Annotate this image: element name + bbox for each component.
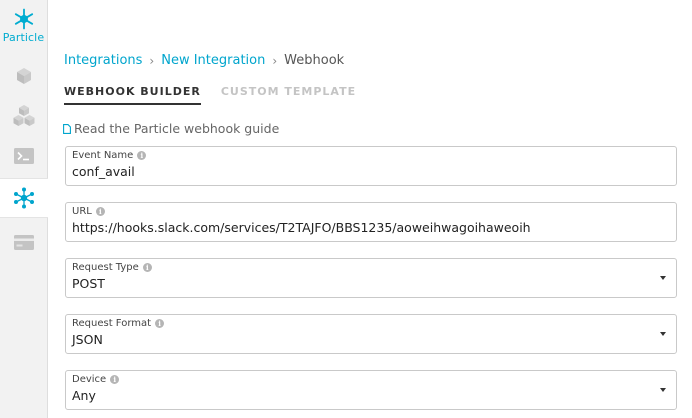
cube-icon: [16, 68, 31, 84]
sidebar-item-products[interactable]: [0, 96, 47, 136]
terminal-icon: [13, 148, 34, 164]
breadcrumb-separator-icon: ›: [272, 53, 278, 68]
integrations-icon: [14, 187, 34, 209]
info-icon[interactable]: i: [155, 319, 165, 328]
request-format-select[interactable]: Request Format i JSON: [65, 314, 677, 354]
info-icon[interactable]: i: [142, 263, 152, 272]
dropdown-caret-icon[interactable]: [660, 276, 666, 280]
info-icon[interactable]: i: [95, 207, 105, 216]
billing-card-icon: [13, 234, 34, 250]
builder-tabs: WEBHOOK BUILDER CUSTOM TEMPLATE: [64, 85, 376, 105]
url-field[interactable]: URL i https://hooks.slack.com/services/T…: [65, 202, 677, 242]
event-name-field[interactable]: Event Name i conf_avail: [65, 146, 677, 186]
breadcrumb-current: Webhook: [284, 53, 345, 68]
request-format-value: JSON: [72, 332, 103, 347]
breadcrumb: Integrations › New Integration › Webhook: [64, 53, 344, 68]
device-value: Any: [72, 388, 96, 403]
device-label: Device i: [72, 374, 120, 385]
url-input[interactable]: https://hooks.slack.com/services/T2TAJFO…: [72, 220, 531, 235]
request-type-label-text: Request Type: [72, 262, 139, 273]
event-name-label: Event Name i: [72, 150, 147, 161]
request-format-label: Request Format i: [72, 318, 165, 329]
webhook-guide-link[interactable]: Read the Particle webhook guide: [63, 121, 279, 136]
device-label-text: Device: [72, 374, 107, 385]
cubes-icon: [13, 105, 34, 126]
url-label: URL i: [72, 206, 105, 217]
event-name-input[interactable]: conf_avail: [72, 164, 135, 179]
sidebar-item-console[interactable]: [0, 136, 47, 176]
tab-custom-template[interactable]: CUSTOM TEMPLATE: [221, 85, 356, 105]
breadcrumb-integrations[interactable]: Integrations: [64, 53, 142, 68]
device-select[interactable]: Device i Any: [65, 370, 677, 410]
request-type-select[interactable]: Request Type i POST: [65, 258, 677, 298]
url-label-text: URL: [72, 206, 92, 217]
webhook-guide-text: Read the Particle webhook guide: [74, 121, 280, 136]
sidebar: Particle: [0, 0, 48, 418]
info-icon[interactable]: i: [137, 151, 147, 160]
tab-webhook-builder[interactable]: WEBHOOK BUILDER: [64, 85, 201, 105]
particle-logo[interactable]: Particle: [0, 8, 47, 44]
document-icon: [63, 123, 71, 134]
dropdown-caret-icon[interactable]: [660, 388, 666, 392]
sidebar-item-billing[interactable]: [0, 222, 47, 262]
main-content: Integrations › New Integration › Webhook…: [48, 0, 692, 418]
logo-text: Particle: [2, 31, 45, 44]
breadcrumb-new-integration[interactable]: New Integration: [161, 53, 265, 68]
request-type-value: POST: [72, 276, 105, 291]
sidebar-item-devices[interactable]: [0, 56, 47, 96]
particle-logo-icon: [14, 8, 33, 30]
event-name-label-text: Event Name: [72, 150, 134, 161]
info-icon[interactable]: i: [110, 375, 120, 384]
app-window: Particle Integrations › New Integration …: [0, 0, 692, 418]
request-type-label: Request Type i: [72, 262, 152, 273]
breadcrumb-separator-icon: ›: [149, 53, 155, 68]
dropdown-caret-icon[interactable]: [660, 332, 666, 336]
sidebar-item-integrations[interactable]: [0, 178, 48, 218]
request-format-label-text: Request Format: [72, 318, 152, 329]
